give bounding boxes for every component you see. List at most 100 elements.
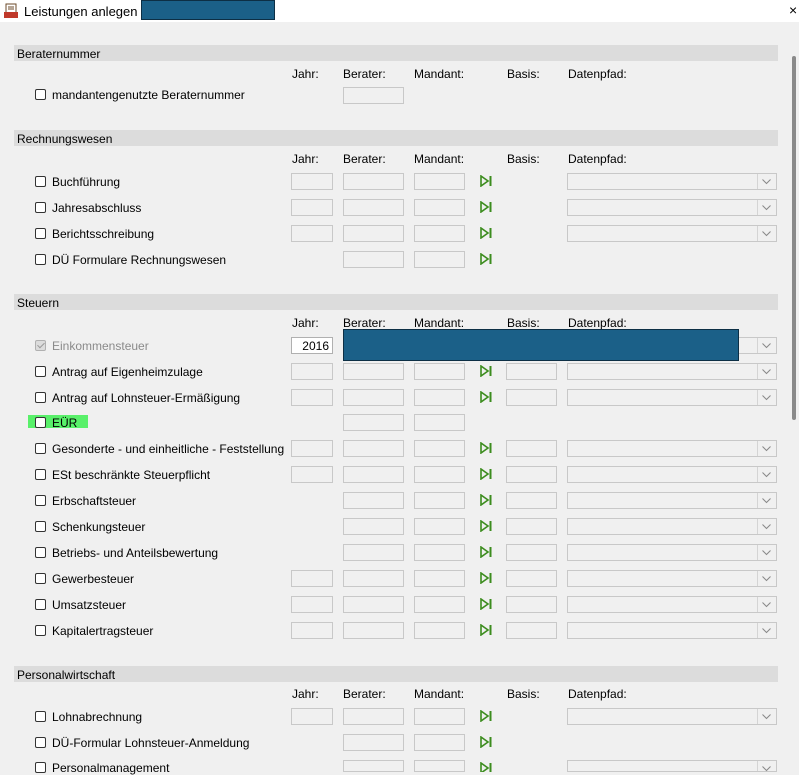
- row-label[interactable]: Buchführung: [52, 175, 120, 189]
- checkbox-einkommensteuer[interactable]: [35, 340, 46, 351]
- play-next-icon[interactable]: [480, 442, 493, 454]
- berater-field[interactable]: [343, 466, 404, 483]
- play-next-icon[interactable]: [480, 598, 493, 610]
- basis-field[interactable]: [506, 363, 557, 380]
- row-label[interactable]: Antrag auf Lohnsteuer-Ermäßigung: [52, 391, 240, 405]
- jahr-field[interactable]: [291, 173, 333, 190]
- dropdown-arrow[interactable]: [757, 519, 776, 534]
- datenpfad-dropdown[interactable]: [567, 544, 777, 561]
- basis-field[interactable]: [506, 596, 557, 613]
- checkbox-personalmanagement[interactable]: [35, 762, 46, 773]
- play-next-icon[interactable]: [480, 624, 493, 636]
- row-label[interactable]: Gewerbesteuer: [52, 572, 134, 586]
- basis-field[interactable]: [506, 389, 557, 406]
- datenpfad-dropdown[interactable]: [567, 518, 777, 535]
- play-next-icon[interactable]: [480, 572, 493, 584]
- dropdown-arrow[interactable]: [757, 174, 776, 189]
- jahr-field[interactable]: [291, 466, 333, 483]
- mandant-field[interactable]: [414, 518, 465, 535]
- jahr-field[interactable]: [291, 622, 333, 639]
- row-label[interactable]: Umsatzsteuer: [52, 598, 126, 612]
- dropdown-arrow[interactable]: [757, 390, 776, 405]
- checkbox-buchfuehrung[interactable]: [35, 176, 46, 187]
- datenpfad-dropdown[interactable]: [567, 570, 777, 587]
- datenpfad-dropdown[interactable]: [567, 440, 777, 457]
- datenpfad-dropdown[interactable]: [567, 389, 777, 406]
- close-button[interactable]: ×: [789, 2, 797, 18]
- basis-field[interactable]: [506, 466, 557, 483]
- mandant-field[interactable]: [414, 708, 465, 725]
- mandant-field[interactable]: [414, 596, 465, 613]
- checkbox-jahresabschluss[interactable]: [35, 202, 46, 213]
- basis-field[interactable]: [506, 544, 557, 561]
- berater-field[interactable]: [343, 389, 404, 406]
- play-next-icon[interactable]: [480, 201, 493, 213]
- mandant-field[interactable]: [414, 760, 465, 772]
- jahr-field[interactable]: [291, 199, 333, 216]
- row-label[interactable]: Antrag auf Eigenheimzulage: [52, 365, 203, 379]
- mandant-field[interactable]: [414, 173, 465, 190]
- berater-field[interactable]: [343, 414, 404, 431]
- mandant-field[interactable]: [414, 225, 465, 242]
- dropdown-arrow[interactable]: [757, 571, 776, 586]
- play-next-icon[interactable]: [480, 227, 493, 239]
- berater-field[interactable]: [343, 199, 404, 216]
- berater-field[interactable]: [343, 544, 404, 561]
- mandant-field[interactable]: [414, 414, 465, 431]
- row-label[interactable]: Personalmanagement: [52, 761, 169, 775]
- mandant-field[interactable]: [414, 199, 465, 216]
- mandant-field[interactable]: [414, 570, 465, 587]
- jahr-field[interactable]: [291, 389, 333, 406]
- play-next-icon[interactable]: [480, 494, 493, 506]
- datenpfad-dropdown[interactable]: [567, 466, 777, 483]
- checkbox-antrag-lohnsteuer-ermaessigung[interactable]: [35, 392, 46, 403]
- dropdown-arrow[interactable]: [757, 364, 776, 379]
- checkbox-antrag-eigenheimzulage[interactable]: [35, 366, 46, 377]
- checkbox-due-formulare-rechnungswesen[interactable]: [35, 254, 46, 265]
- dropdown-arrow[interactable]: [757, 597, 776, 612]
- checkbox-gesonderte-feststellung[interactable]: [35, 443, 46, 454]
- play-next-icon[interactable]: [480, 175, 493, 187]
- berater-field[interactable]: [343, 596, 404, 613]
- mandant-field[interactable]: [414, 363, 465, 380]
- row-label[interactable]: Lohnabrechnung: [52, 710, 142, 724]
- basis-field[interactable]: [506, 518, 557, 535]
- checkbox-berichtsschreibung[interactable]: [35, 228, 46, 239]
- datenpfad-dropdown[interactable]: [567, 492, 777, 509]
- row-label[interactable]: Kapitalertragsteuer: [52, 624, 153, 638]
- play-next-icon[interactable]: [480, 520, 493, 532]
- berater-field[interactable]: [343, 363, 404, 380]
- mandant-field[interactable]: [414, 389, 465, 406]
- mandant-field[interactable]: [414, 251, 465, 268]
- row-label[interactable]: DÜ Formulare Rechnungswesen: [52, 253, 226, 267]
- jahr-field[interactable]: [291, 363, 333, 380]
- play-next-icon[interactable]: [480, 253, 493, 265]
- dropdown-arrow[interactable]: [757, 200, 776, 215]
- mandant-field[interactable]: [414, 440, 465, 457]
- checkbox-eur[interactable]: [35, 417, 46, 428]
- jahr-field[interactable]: 2016: [291, 337, 333, 354]
- scrollbar-thumb[interactable]: [792, 56, 796, 420]
- play-next-icon[interactable]: [480, 546, 493, 558]
- dropdown-arrow[interactable]: [757, 226, 776, 241]
- dropdown-arrow[interactable]: [757, 338, 776, 353]
- berater-field[interactable]: [343, 225, 404, 242]
- row-label[interactable]: DÜ-Formular Lohnsteuer-Anmeldung: [52, 736, 249, 750]
- dropdown-arrow[interactable]: [757, 623, 776, 638]
- play-next-icon[interactable]: [480, 365, 493, 377]
- basis-field[interactable]: [506, 570, 557, 587]
- vertical-scrollbar[interactable]: [787, 22, 799, 772]
- berater-field[interactable]: [343, 570, 404, 587]
- checkbox-umsatzsteuer[interactable]: [35, 599, 46, 610]
- play-next-icon[interactable]: [480, 391, 493, 403]
- jahr-field[interactable]: [291, 570, 333, 587]
- datenpfad-dropdown[interactable]: [567, 708, 777, 725]
- berater-field[interactable]: [343, 622, 404, 639]
- berater-field[interactable]: [343, 708, 404, 725]
- checkbox-est-beschraenkte-steuerpflicht[interactable]: [35, 469, 46, 480]
- basis-field[interactable]: [506, 622, 557, 639]
- datenpfad-dropdown[interactable]: [567, 225, 777, 242]
- berater-field[interactable]: [343, 440, 404, 457]
- checkbox-kapitalertragsteuer[interactable]: [35, 625, 46, 636]
- checkbox-erbschaftsteuer[interactable]: [35, 495, 46, 506]
